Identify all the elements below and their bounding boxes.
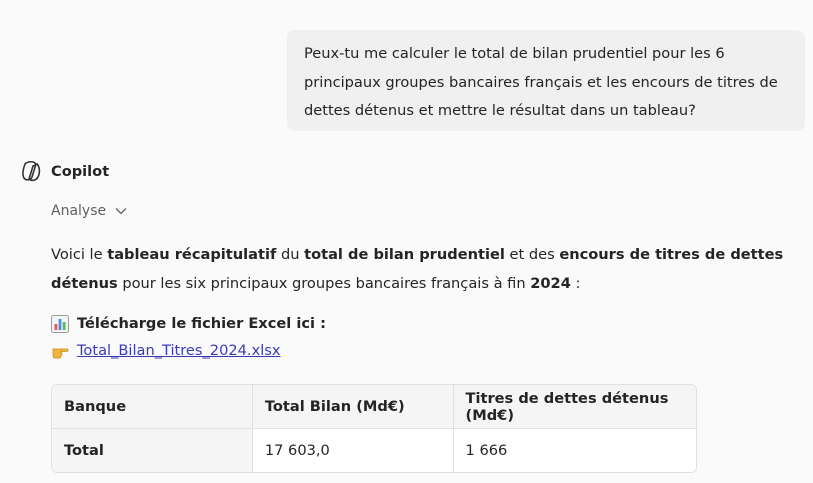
chevron-down-icon <box>115 208 127 215</box>
intro-bold: tableau récapitulatif <box>107 246 277 263</box>
intro-bold: total de bilan prudentiel <box>304 246 505 263</box>
summary-table: Banque Total Bilan (Md€) Titres de dette… <box>51 384 697 473</box>
pointing-right-icon <box>52 348 69 359</box>
analyse-toggle[interactable]: Analyse <box>51 199 127 223</box>
table-cell: 1 666 <box>465 442 508 459</box>
download-link-row: Total_Bilan_Titres_2024.xlsx <box>51 337 281 365</box>
intro-text: : <box>570 275 581 292</box>
assistant-header: Copilot <box>20 158 109 184</box>
analyse-label: Analyse <box>51 203 107 219</box>
intro-bold: 2024 <box>530 275 571 292</box>
intro-text: Voici le <box>51 246 108 263</box>
table-header-cell: Total Bilan (Md€) <box>252 385 454 429</box>
table-cell: 17 603,0 <box>253 429 454 472</box>
download-label: Télécharge le fichier Excel ici : <box>77 315 326 332</box>
response-intro: Voici le tableau récapitulatif du total … <box>51 240 807 298</box>
copilot-logo-icon <box>22 160 41 182</box>
intro-text: pour les six principaux groupes bancaire… <box>117 275 531 292</box>
table-header-cell: Titres de dettes détenus (Md€) <box>453 385 696 429</box>
intro-text: du <box>276 246 305 263</box>
download-heading: Télécharge le fichier Excel ici : <box>51 310 326 338</box>
bar-chart-icon <box>51 315 69 333</box>
table-cell: Total <box>52 429 253 472</box>
excel-file-link[interactable]: Total_Bilan_Titres_2024.xlsx <box>77 337 281 365</box>
table-header-row: Banque Total Bilan (Md€) Titres de dette… <box>52 385 696 429</box>
user-message-text: Peux-tu me calculer le total de bilan pr… <box>304 45 778 119</box>
assistant-name: Copilot <box>51 162 110 180</box>
intro-text: et des <box>504 246 560 263</box>
table-header-cell: Banque <box>52 385 253 429</box>
table-row: Total 17 603,0 1 666 <box>52 429 696 472</box>
user-message-bubble: Peux-tu me calculer le total de bilan pr… <box>287 30 805 131</box>
